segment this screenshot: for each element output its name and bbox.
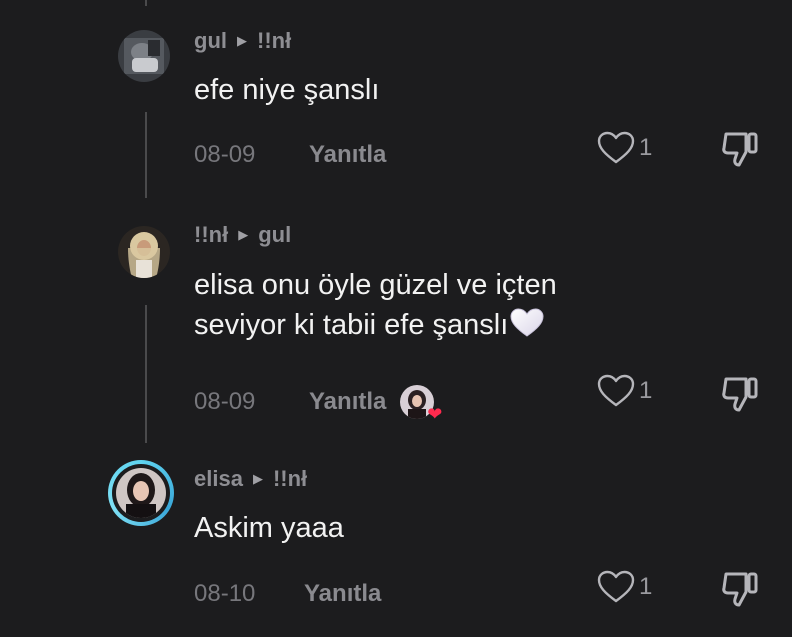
heart-outline-icon <box>597 374 635 407</box>
triangle-right-icon: ▶ <box>238 227 249 242</box>
heart-outline-icon <box>597 570 635 603</box>
comment-text-line: seviyor ki tabii efe şanslı <box>194 305 754 349</box>
comment-date: 08-10 <box>194 580 256 607</box>
reply-to-name[interactable]: gul <box>258 222 291 248</box>
comment-footer: 08-10 Yanıtla <box>194 580 381 608</box>
comment-text-line-content: seviyor ki tabii efe şanslı <box>194 309 509 341</box>
triangle-right-icon: ▶ <box>237 33 247 48</box>
comment-date: 08-09 <box>194 388 256 415</box>
like-button[interactable]: 1 <box>597 374 652 408</box>
avatar <box>116 468 166 518</box>
avatar-photo-icon <box>116 468 166 518</box>
author-name[interactable]: !!nł <box>194 222 228 248</box>
dislike-button[interactable] <box>720 373 762 418</box>
reply-button[interactable]: Yanıtla <box>309 141 386 169</box>
avatar-photo-icon <box>118 30 170 82</box>
comment-date: 08-09 <box>194 141 256 168</box>
avatar-photo-icon <box>118 226 170 278</box>
comment-footer: 08-09 Yanıtla ❤ <box>194 385 442 423</box>
avatar[interactable] <box>118 226 170 278</box>
reply-to-name[interactable]: !!nł <box>257 28 291 54</box>
dislike-button[interactable] <box>720 568 762 613</box>
thumbs-down-icon <box>722 132 758 167</box>
creator-liked-badge: ❤ <box>400 385 442 423</box>
like-count: 1 <box>639 377 653 404</box>
reply-to-name[interactable]: !!nł <box>273 466 307 492</box>
dislike-button[interactable] <box>720 128 762 173</box>
comment-footer: 08-09 Yanıtla <box>194 141 386 169</box>
thread-line-top <box>145 0 147 6</box>
comment-header: !!nł ▶ gul <box>194 222 291 248</box>
reply-button[interactable]: Yanıtla <box>304 580 381 608</box>
like-count: 1 <box>639 573 653 600</box>
thumbs-down-icon <box>722 377 758 412</box>
comment-text: efe niye şanslı <box>194 74 380 106</box>
like-button[interactable]: 1 <box>597 131 652 165</box>
triangle-right-icon: ▶ <box>252 471 263 486</box>
reply-button[interactable]: Yanıtla <box>309 388 386 416</box>
thread-line <box>145 112 147 198</box>
comment-text-line: elisa onu öyle güzel ve içten <box>194 269 557 301</box>
comment-header: gul ▶ !!nł <box>194 28 291 54</box>
heart-outline-icon <box>597 131 635 164</box>
comment-header: elisa ▶ !!nł <box>194 466 307 492</box>
thread-line <box>145 305 147 443</box>
thumbs-down-icon <box>722 572 758 607</box>
comment-text: elisa onu öyle güzel ve içten seviyor ki… <box>194 265 754 349</box>
avatar[interactable] <box>118 30 170 82</box>
comment-text: Askim yaaa <box>194 512 344 544</box>
avatar-story-ring[interactable] <box>108 460 174 526</box>
comments-screen: gul ▶ !!nł efe niye şanslı 08-09 Yanıtla… <box>0 0 792 637</box>
like-count: 1 <box>639 134 653 161</box>
author-name[interactable]: gul <box>194 28 227 54</box>
creator-liked-heart-icon: ❤ <box>427 404 443 424</box>
like-button[interactable]: 1 <box>597 570 652 604</box>
author-name[interactable]: elisa <box>194 466 243 492</box>
white-heart-emoji <box>510 308 544 349</box>
